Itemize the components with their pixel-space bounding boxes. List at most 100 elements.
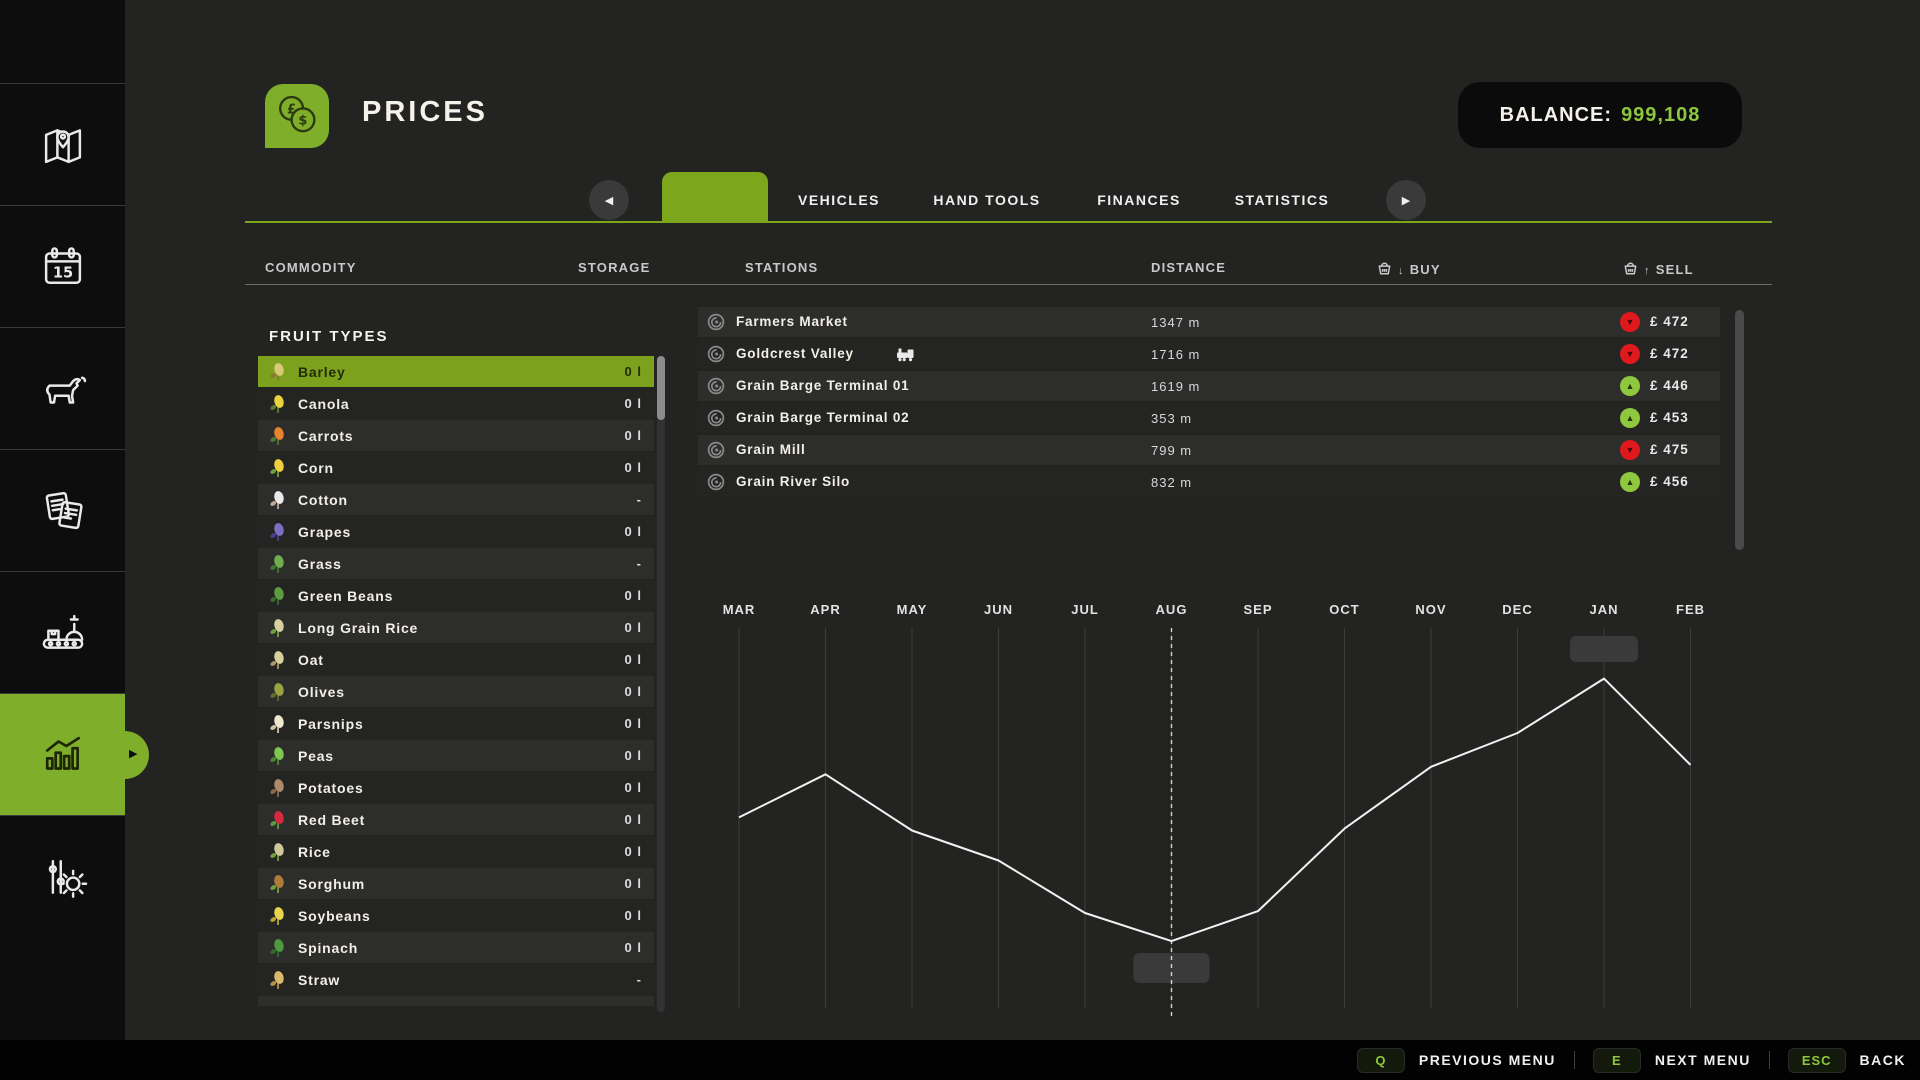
- hint-separator: [1768, 1051, 1770, 1069]
- month-label-nov: NOV: [1415, 602, 1446, 617]
- commodity-row-corn[interactable]: Corn 0 l: [258, 452, 654, 483]
- tab-finances[interactable]: FINANCES: [1097, 192, 1181, 208]
- station-hotspot-icon: [706, 312, 726, 332]
- commodity-row-green-beans[interactable]: Green Beans 0 l: [258, 580, 654, 611]
- train-icon: [896, 347, 916, 362]
- column-header-buy: ↓ BUY: [1376, 260, 1441, 277]
- station-row-farmers-market[interactable]: Farmers Market 1347 m ▼ £ 472: [698, 307, 1720, 337]
- commodity-row-grapes[interactable]: Grapes 0 l: [258, 516, 654, 547]
- station-row-grain-barge-terminal-02[interactable]: Grain Barge Terminal 02 353 m ▲ £ 453: [698, 403, 1720, 433]
- buy-basket-icon: [1376, 260, 1393, 277]
- sidebar-item-calendar[interactable]: 15: [0, 205, 125, 328]
- station-row-grain-river-silo[interactable]: Grain River Silo 832 m ▲ £ 456: [698, 467, 1720, 497]
- commodity-row-potatoes[interactable]: Potatoes 0 l: [258, 772, 654, 803]
- station-hotspot-icon: [706, 472, 726, 492]
- station-name: Grain Barge Terminal 01: [736, 378, 910, 393]
- selected-item-bump: [101, 731, 149, 779]
- tab-hand-tools[interactable]: HAND TOOLS: [933, 192, 1040, 208]
- station-distance: 799 m: [1151, 443, 1193, 458]
- station-row-grain-barge-terminal-01[interactable]: Grain Barge Terminal 01 1619 m ▲ £ 446: [698, 371, 1720, 401]
- sidebar-item-prices-statistics[interactable]: ▶: [0, 693, 149, 816]
- commodity-scrollbar-thumb[interactable]: [657, 356, 665, 420]
- station-scrollbar[interactable]: [1735, 310, 1744, 550]
- commodity-row-peas[interactable]: Peas 0 l: [258, 740, 654, 771]
- svg-text:15: 15: [52, 265, 72, 282]
- keycap-q: Q: [1356, 1047, 1405, 1073]
- price-trend-up-icon: ▲: [1620, 376, 1640, 396]
- commodity-row-barley[interactable]: Barley 0 l: [258, 356, 654, 387]
- commodity-label: Spinach: [298, 939, 359, 956]
- commodity-storage-value: 0 l: [624, 812, 642, 827]
- commodity-row-parsnips[interactable]: Parsnips 0 l: [258, 708, 654, 739]
- tab-statistics[interactable]: STATISTICS: [1235, 192, 1330, 208]
- station-hotspot-icon: [706, 376, 726, 396]
- commodity-storage-value: 0 l: [624, 780, 642, 795]
- rice-icon: [267, 841, 289, 863]
- column-header-commodity: COMMODITY: [265, 260, 357, 275]
- station-row-grain-mill[interactable]: Grain Mill 799 m ▼ £ 475: [698, 435, 1720, 465]
- hint-label: BACK: [1859, 1052, 1906, 1068]
- arrow-down-icon: ↓: [1398, 265, 1405, 277]
- commodity-storage-value: 0 l: [624, 940, 642, 955]
- commodity-row-grass[interactable]: Grass -: [258, 548, 654, 579]
- station-sell-price: £ 453: [1650, 410, 1689, 425]
- sidebar-item-animals[interactable]: [0, 327, 125, 450]
- station-row-goldcrest-valley[interactable]: Goldcrest Valley 1716 m ▼ £ 472: [698, 339, 1720, 369]
- station-sell-price: £ 446: [1650, 378, 1689, 393]
- station-sell-price: £ 475: [1650, 442, 1689, 457]
- tabbar-underline: [245, 221, 1772, 223]
- sidebar-item-production[interactable]: [0, 571, 125, 694]
- tab-prices-selected[interactable]: [662, 172, 768, 223]
- commodity-row-oat[interactable]: Oat 0 l: [258, 644, 654, 675]
- commodity-label: Sorghum: [298, 875, 366, 892]
- price-trend-down-icon: ▼: [1620, 440, 1640, 460]
- commodity-storage-value: 0 l: [624, 364, 642, 379]
- sidebar-item-settings-sliders[interactable]: [0, 815, 125, 938]
- commodity-row-soybeans[interactable]: Soybeans 0 l: [258, 900, 654, 931]
- tabs-prev-button[interactable]: ◀: [589, 180, 629, 220]
- month-label-mar: MAR: [723, 602, 756, 617]
- hint-label: NEXT MENU: [1654, 1052, 1751, 1068]
- tab-vehicles[interactable]: VEHICLES: [798, 192, 880, 208]
- hint-next-menu[interactable]: E NEXT MENU: [1592, 1047, 1751, 1073]
- commodity-row-carrots[interactable]: Carrots 0 l: [258, 420, 654, 451]
- commodity-list: Barley 0 l Canola 0 l Carrots 0 l Corn 0 l Cotto…: [258, 356, 654, 1006]
- commodity-label: Barley: [298, 363, 346, 380]
- hint-back[interactable]: ESC BACK: [1787, 1047, 1906, 1073]
- prices-statistics-icon: [36, 728, 90, 782]
- commodity-row-olives[interactable]: Olives 0 l: [258, 676, 654, 707]
- commodity-row-cotton[interactable]: Cotton -: [258, 484, 654, 515]
- price-line-series: [738, 677, 1692, 943]
- commodity-row-red-beet[interactable]: Red Beet 0 l: [258, 804, 654, 835]
- station-name: Grain Barge Terminal 02: [736, 410, 910, 425]
- station-distance: 1619 m: [1151, 379, 1201, 394]
- corn-icon: [267, 457, 289, 479]
- month-label-jun: JUN: [984, 602, 1013, 617]
- contracts-icon: [36, 484, 90, 538]
- commodity-storage-value: 0 l: [624, 844, 642, 859]
- prices-coins-icon: £ $: [265, 84, 329, 148]
- commodity-storage-value: 0 l: [624, 460, 642, 475]
- commodity-row-straw[interactable]: Straw -: [258, 964, 654, 995]
- balance-badge: BALANCE: 999,108: [1458, 82, 1742, 148]
- potatoes-icon: [267, 777, 289, 799]
- commodity-storage-value: 0 l: [624, 908, 642, 923]
- hint-previous-menu[interactable]: Q PREVIOUS MENU: [1356, 1047, 1556, 1073]
- sidebar-item-contracts[interactable]: [0, 449, 125, 572]
- sidebar-item-map[interactable]: [0, 83, 125, 206]
- commodity-row-long-grain-rice[interactable]: Long Grain Rice 0 l: [258, 612, 654, 643]
- calendar-icon: 15: [36, 240, 90, 294]
- commodity-storage-value: 0 l: [624, 684, 642, 699]
- hint-separator: [1573, 1051, 1575, 1069]
- price-history-chart: MAR APR MAY JUN JUL AUG SEP OCT NOV DEC JAN FEB: [723, 602, 1704, 1016]
- commodity-scrollbar-track[interactable]: [657, 356, 665, 1012]
- commodity-row-spinach[interactable]: Spinach 0 l: [258, 932, 654, 963]
- column-header-stations: STATIONS: [745, 260, 819, 275]
- commodity-label: Potatoes: [298, 779, 364, 796]
- commodity-row-canola[interactable]: Canola 0 l: [258, 388, 654, 419]
- tabs-next-button[interactable]: ▶: [1386, 180, 1426, 220]
- commodity-row-rice[interactable]: Rice 0 l: [258, 836, 654, 867]
- column-header-sell: ↑ SELL: [1622, 260, 1694, 277]
- commodity-row-sorghum[interactable]: Sorghum 0 l: [258, 868, 654, 899]
- balance-label: BALANCE:: [1499, 103, 1613, 126]
